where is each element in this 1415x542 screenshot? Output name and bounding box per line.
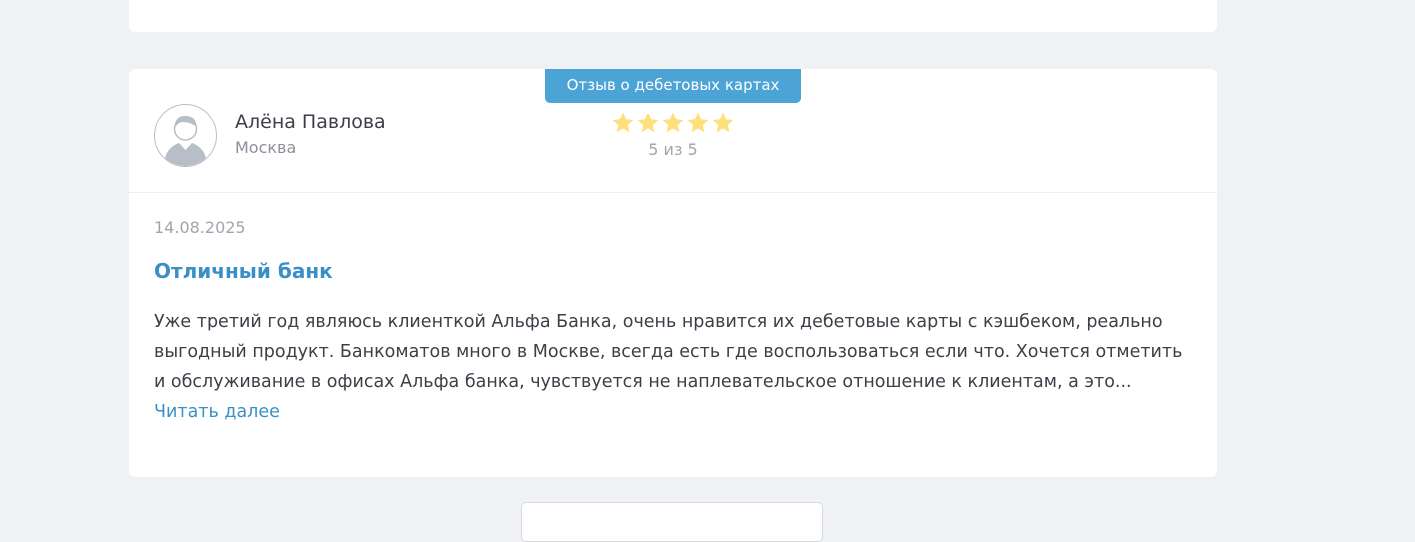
review-date: 14.08.2025 (154, 218, 246, 237)
rating-block: 5 из 5 (611, 111, 735, 159)
review-category-badge[interactable]: Отзыв о дебетовых картах (545, 69, 801, 103)
author-name: Алёна Павлова (235, 111, 386, 133)
review-title-link[interactable]: Отличный банк (154, 259, 333, 283)
review-card: Отзыв о дебетовых картах Алёна Павлова М… (129, 69, 1217, 477)
rating-stars (611, 111, 735, 135)
rating-text: 5 из 5 (648, 140, 698, 159)
review-text: Уже третий год являюсь клиенткой Альфа Б… (154, 312, 1183, 392)
star-icon (687, 112, 709, 133)
previous-review-card (129, 0, 1217, 32)
star-icon (612, 112, 634, 133)
user-placeholder-icon (154, 104, 217, 167)
read-more-link[interactable]: Читать далее (154, 397, 280, 427)
header-divider (129, 192, 1217, 193)
author-city: Москва (235, 138, 297, 157)
star-icon (637, 112, 659, 133)
load-more-button[interactable] (521, 502, 823, 542)
star-icon (712, 112, 734, 133)
star-icon (662, 112, 684, 133)
